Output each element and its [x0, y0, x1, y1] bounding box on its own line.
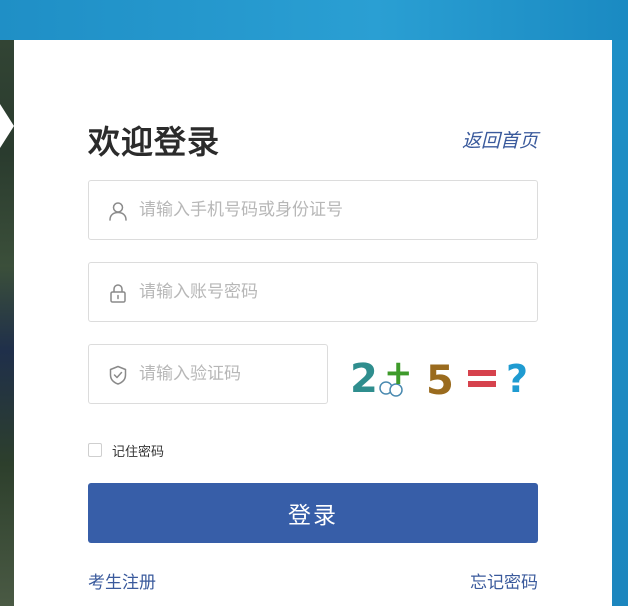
svg-text:5: 5	[426, 358, 454, 398]
top-band	[0, 0, 628, 42]
svg-text:?: ?	[506, 357, 528, 398]
username-input[interactable]	[139, 181, 529, 239]
remember-password[interactable]: 记住密码	[88, 441, 165, 460]
lock-icon	[107, 282, 129, 304]
register-link[interactable]: 考生注册	[88, 568, 156, 593]
forgot-password-link[interactable]: 忘记密码	[470, 568, 538, 593]
login-button[interactable]: 登录	[88, 483, 538, 543]
captcha-field[interactable]	[88, 344, 328, 404]
username-field[interactable]	[88, 180, 538, 240]
svg-text:+: +	[384, 353, 413, 393]
remember-checkbox[interactable]	[88, 443, 102, 457]
captcha-input[interactable]	[139, 345, 319, 403]
captcha-graphic: 2 + 5 ?	[350, 353, 528, 404]
user-icon	[107, 200, 129, 222]
password-input[interactable]	[139, 263, 529, 321]
background-right	[612, 40, 628, 606]
shield-icon	[107, 364, 129, 386]
remember-label: 记住密码	[112, 444, 165, 460]
captcha-image[interactable]: 2 + 5 ?	[348, 352, 540, 404]
panel-notch	[0, 104, 14, 148]
password-field[interactable]	[88, 262, 538, 322]
home-link[interactable]: 返回首页	[462, 126, 538, 153]
svg-text:2: 2	[350, 356, 378, 398]
page-title: 欢迎登录	[88, 123, 221, 161]
